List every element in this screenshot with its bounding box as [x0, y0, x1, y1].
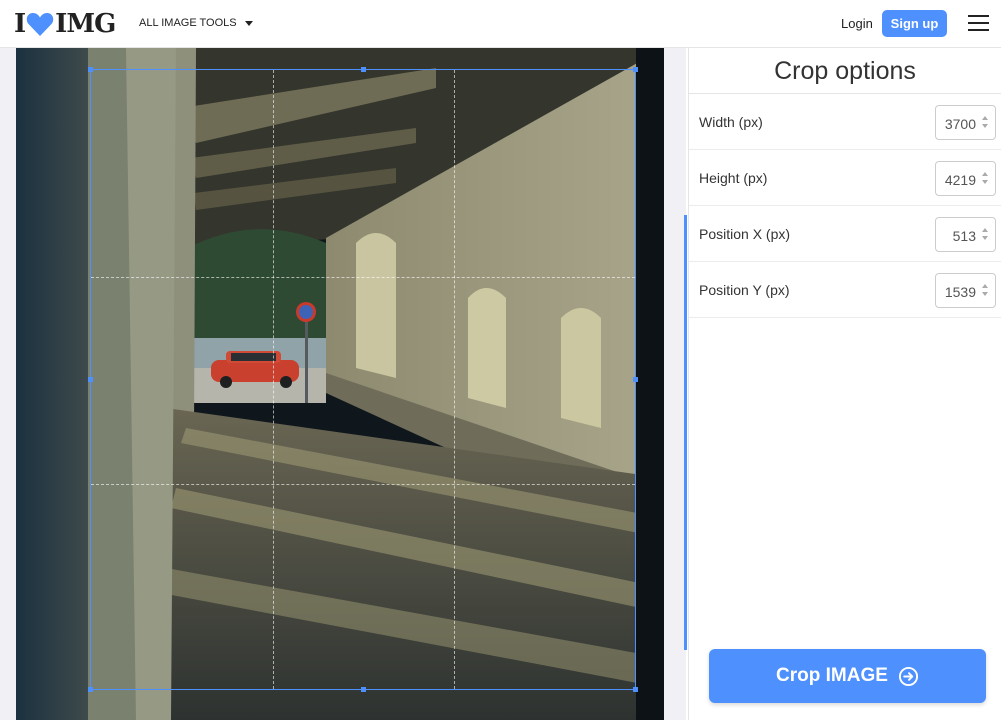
- resize-handle-bottom-left[interactable]: [88, 687, 93, 692]
- height-value: 4219: [944, 172, 976, 188]
- stepper-icon[interactable]: [982, 284, 989, 296]
- stepper-icon[interactable]: [982, 228, 989, 240]
- logo-text-right: IMG: [55, 9, 116, 39]
- grid-line: [273, 70, 274, 689]
- position-x-row: Position X (px) 513: [689, 206, 1001, 262]
- height-input[interactable]: 4219: [935, 161, 996, 196]
- stepper-icon[interactable]: [982, 116, 989, 128]
- resize-handle-top-right[interactable]: [633, 67, 638, 72]
- width-label: Width (px): [699, 114, 763, 130]
- top-header: I IMG ALL IMAGE TOOLS Login Sign up: [0, 0, 1001, 48]
- position-x-input[interactable]: 513: [935, 217, 996, 252]
- signup-button[interactable]: Sign up: [882, 10, 947, 37]
- resize-handle-right[interactable]: [633, 377, 638, 382]
- arrow-right-circle-icon: [898, 666, 918, 686]
- resize-handle-top[interactable]: [361, 67, 366, 72]
- crop-options-panel: Crop options Width (px) 3700 Height (px)…: [688, 48, 1001, 720]
- position-x-value: 513: [952, 228, 976, 244]
- resize-handle-bottom[interactable]: [361, 687, 366, 692]
- heart-icon: [26, 13, 54, 36]
- position-x-label: Position X (px): [699, 226, 791, 242]
- crop-selection-box[interactable]: [88, 67, 638, 692]
- caret-down-icon: [244, 20, 253, 26]
- position-y-label: Position Y (px): [699, 282, 790, 298]
- position-y-value: 1539: [944, 284, 976, 300]
- width-row: Width (px) 3700: [689, 94, 1001, 150]
- login-link[interactable]: Login: [841, 16, 873, 31]
- panel-scrollbar[interactable]: [684, 215, 687, 650]
- tools-menu-label: ALL IMAGE TOOLS: [139, 17, 237, 29]
- grid-line: [91, 277, 635, 278]
- hamburger-icon[interactable]: [968, 15, 989, 32]
- resize-handle-top-left[interactable]: [88, 67, 93, 72]
- position-y-row: Position Y (px) 1539: [689, 262, 1001, 318]
- width-value: 3700: [944, 116, 976, 132]
- logo[interactable]: I IMG: [14, 9, 116, 39]
- height-label: Height (px): [699, 170, 768, 186]
- crop-image-button[interactable]: Crop IMAGE: [709, 649, 986, 703]
- width-input[interactable]: 3700: [935, 105, 996, 140]
- resize-handle-bottom-right[interactable]: [633, 687, 638, 692]
- position-y-input[interactable]: 1539: [935, 273, 996, 308]
- crop-button-label: Crop IMAGE: [776, 665, 888, 686]
- height-row: Height (px) 4219: [689, 150, 1001, 206]
- all-image-tools-menu[interactable]: ALL IMAGE TOOLS: [139, 17, 253, 29]
- resize-handle-left[interactable]: [88, 377, 93, 382]
- panel-title: Crop options: [689, 48, 1001, 94]
- grid-line: [454, 70, 455, 689]
- logo-text-left: I: [14, 9, 26, 39]
- grid-line: [91, 484, 635, 485]
- stepper-icon[interactable]: [982, 172, 989, 184]
